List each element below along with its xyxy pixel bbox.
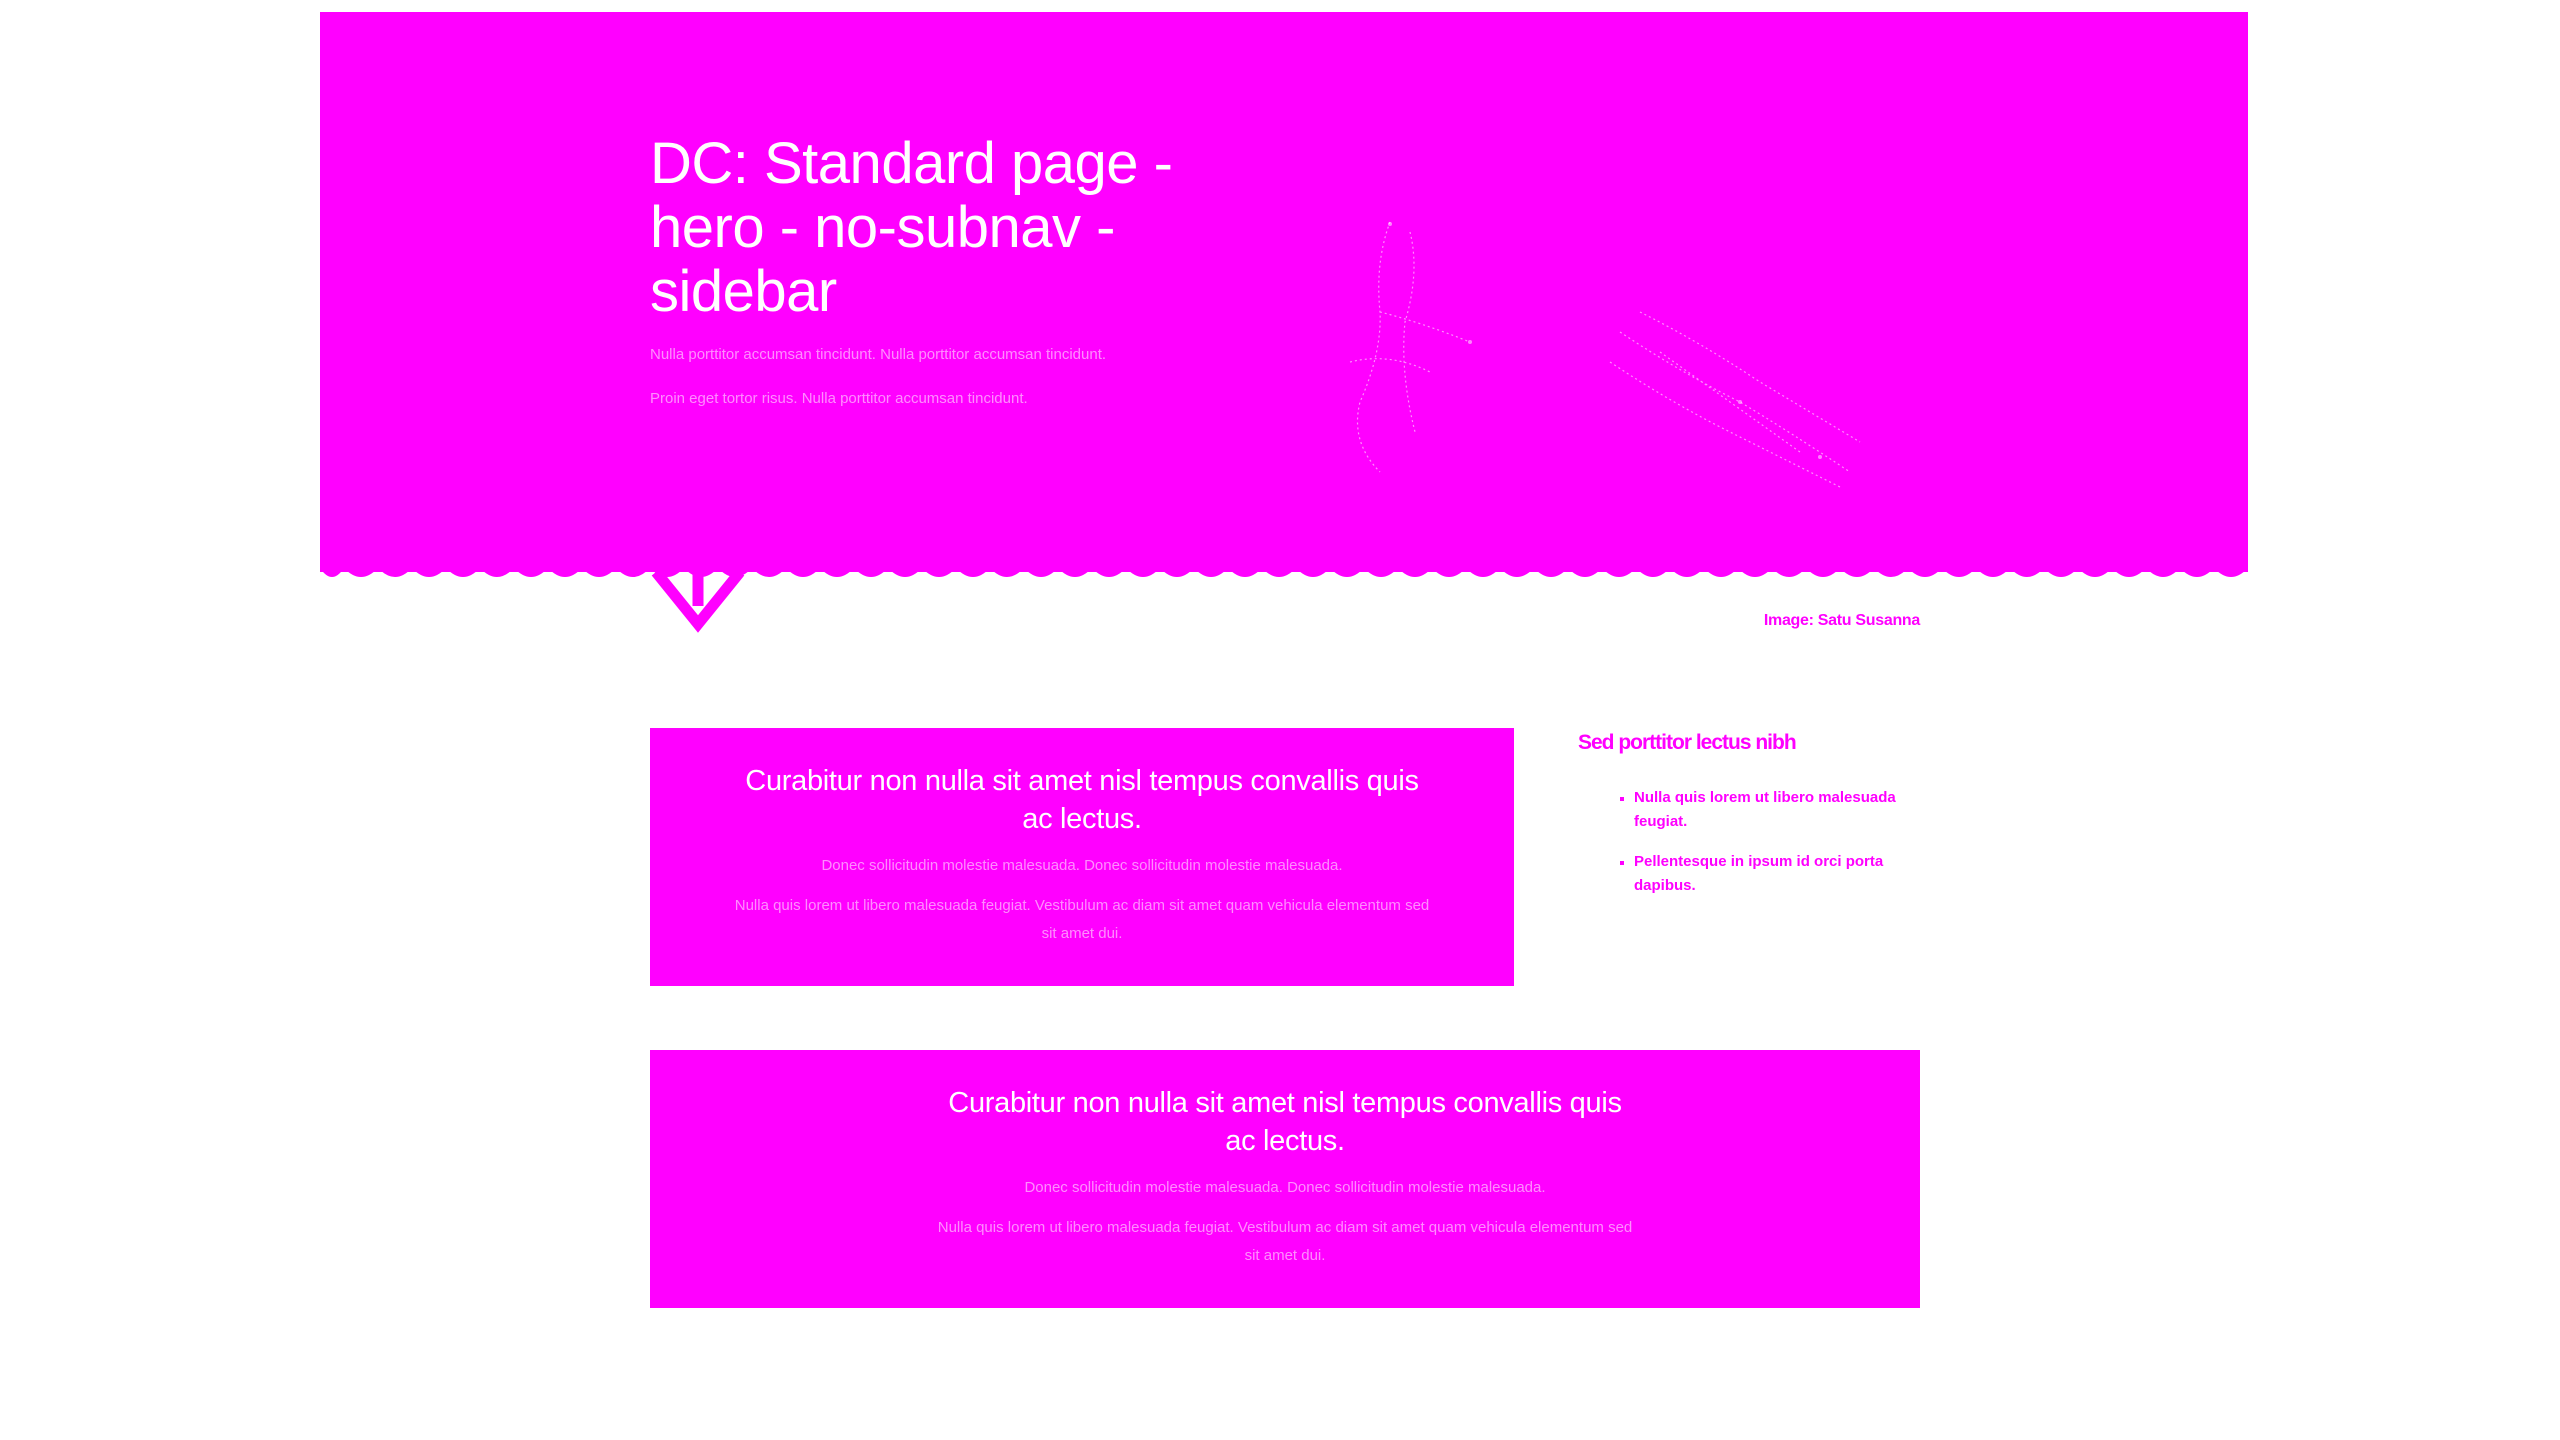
- hero-intro-text: Proin eget tortor risus. Nulla porttitor…: [650, 390, 1028, 407]
- hero-intro-text: Nulla porttitor accumsan tincidunt. Null…: [650, 346, 1107, 363]
- image-credit: Image: Satu Susanna: [1763, 612, 1920, 629]
- sidebar-list: Nulla quis lorem ut libero malesuada feu…: [1578, 786, 1918, 898]
- card-text: Nulla quis lorem ut libero malesuada feu…: [734, 897, 1430, 942]
- sidebar-list-item[interactable]: Pellentesque in ipsum id orci porta dapi…: [1634, 850, 1918, 898]
- sidebar-list-item[interactable]: Nulla quis lorem ut libero malesuada feu…: [1634, 786, 1918, 834]
- page-title: DC: Standard page - hero - no-subnav - s…: [650, 131, 1173, 324]
- chevron-down-icon[interactable]: [650, 566, 746, 636]
- content-card-wide: Curabitur non nulla sit amet nisl tempus…: [650, 1050, 1920, 1308]
- card-body: Curabitur non nulla sit amet nisl tempus…: [935, 1050, 1635, 1270]
- card-text: Nulla quis lorem ut libero malesuada feu…: [937, 1219, 1633, 1264]
- card-body: Curabitur non nulla sit amet nisl tempus…: [732, 728, 1432, 948]
- card-heading: Curabitur non nulla sit amet nisl tempus…: [948, 1087, 1622, 1157]
- card-text: Donec sollicitudin molestie malesuada. D…: [1024, 1179, 1546, 1196]
- hero-banner: DC: Standard page - hero - no-subnav - s…: [320, 12, 2248, 572]
- sidebar-title: Sed porttitor lectus nibh: [1578, 731, 1797, 754]
- card-text: Donec sollicitudin molestie malesuada. D…: [821, 857, 1343, 874]
- hero-wave-divider: [320, 556, 2248, 577]
- card-heading: Curabitur non nulla sit amet nisl tempus…: [745, 765, 1419, 835]
- content-card: Curabitur non nulla sit amet nisl tempus…: [650, 728, 1514, 986]
- hero-illustration: [1349, 221, 1861, 488]
- hero-content: DC: Standard page - hero - no-subnav - s…: [650, 132, 1210, 410]
- sidebar: Sed porttitor lectus nibh Nulla quis lor…: [1578, 728, 1918, 914]
